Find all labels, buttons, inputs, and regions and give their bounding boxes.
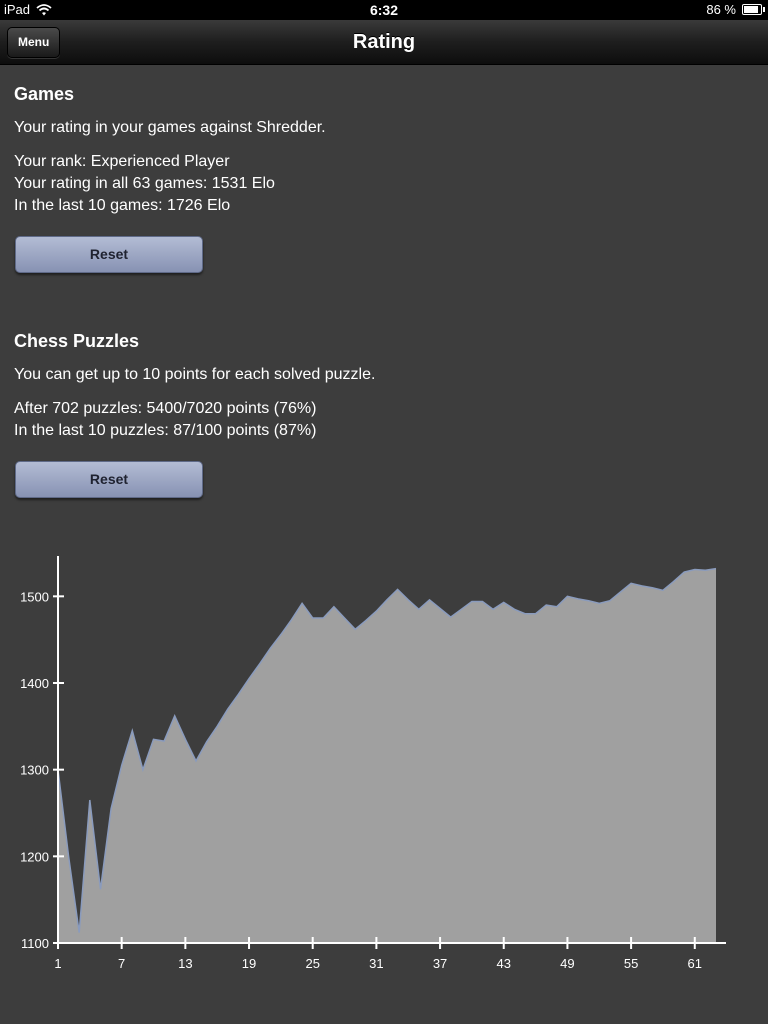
x-tick-label: 43 bbox=[497, 956, 511, 971]
puzzles-description: You can get up to 10 points for each sol… bbox=[14, 366, 376, 383]
rating-area bbox=[58, 568, 716, 943]
puzzles-after: After 702 puzzles: 5400/7020 points (76%… bbox=[14, 400, 317, 417]
x-tick-label: 1 bbox=[54, 956, 61, 971]
games-rank: Your rank: Experienced Player bbox=[14, 153, 230, 170]
x-tick-label: 7 bbox=[118, 956, 125, 971]
puzzles-reset-button[interactable]: Reset bbox=[15, 461, 203, 498]
status-right: 86 % bbox=[706, 2, 765, 17]
games-rating-last: In the last 10 games: 1726 Elo bbox=[14, 197, 231, 214]
x-tick-label: 37 bbox=[433, 956, 447, 971]
puzzles-section-title: Chess Puzzles bbox=[14, 331, 140, 351]
battery-level bbox=[744, 6, 758, 13]
rating-chart: 1100 1200 1300 1400 1500 1 7 13 19 25 31 37 43 49 55 61 bbox=[20, 556, 726, 971]
y-tick-label: 1400 bbox=[20, 676, 49, 691]
x-tick-label: 13 bbox=[178, 956, 192, 971]
x-tick-label: 25 bbox=[305, 956, 319, 971]
games-reset-button[interactable]: Reset bbox=[15, 236, 203, 273]
x-tick-label: 55 bbox=[624, 956, 638, 971]
x-tick-label: 49 bbox=[560, 956, 574, 971]
x-tick-label: 31 bbox=[369, 956, 383, 971]
x-tick-label: 19 bbox=[242, 956, 256, 971]
page-title: Rating bbox=[352, 31, 416, 53]
puzzles-last: In the last 10 puzzles: 87/100 points (8… bbox=[14, 422, 317, 439]
y-tick-label: 1300 bbox=[20, 763, 49, 778]
games-rating-all: Your rating in all 63 games: 1531 Elo bbox=[14, 175, 275, 192]
games-section-title: Games bbox=[14, 84, 75, 104]
navigation-bar: Rating Menu bbox=[0, 20, 768, 65]
y-tick-label: 1100 bbox=[21, 936, 49, 951]
x-tick-label: 61 bbox=[688, 956, 702, 971]
y-tick-label: 1500 bbox=[20, 589, 49, 604]
menu-button[interactable]: Menu bbox=[7, 27, 61, 58]
battery-percent: 86 % bbox=[706, 2, 736, 17]
y-tick-label: 1200 bbox=[20, 849, 49, 864]
status-time: 6:32 bbox=[369, 2, 399, 18]
status-bar: iPad 6:32 86 % bbox=[0, 0, 768, 20]
games-description: Your rating in your games against Shredd… bbox=[14, 119, 326, 136]
battery-icon bbox=[742, 4, 765, 15]
